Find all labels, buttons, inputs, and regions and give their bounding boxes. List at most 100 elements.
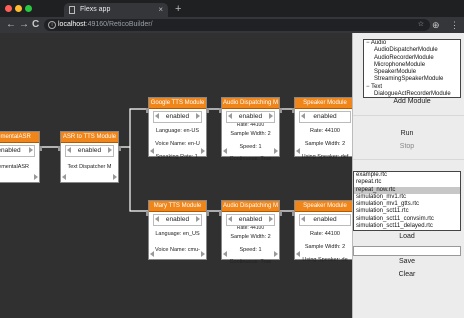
module-tree-category[interactable]: − Text	[364, 84, 460, 91]
node-enabled-toggle[interactable]: enabled	[226, 214, 275, 226]
module-tree[interactable]: − Audio AudioDispatcherModule AudioRecorde…	[363, 39, 461, 98]
triangle-right-icon[interactable]	[196, 216, 200, 222]
new-tab-button[interactable]: +	[175, 2, 181, 16]
output-port[interactable]	[279, 211, 282, 216]
stop-button[interactable]: Stop	[353, 141, 461, 153]
module-tree-item[interactable]: AudioRecorderModule	[364, 55, 460, 62]
file-list-item[interactable]: simulation_sct11_delayed.rtc	[354, 223, 460, 230]
triangle-right-icon[interactable]	[201, 251, 205, 257]
input-port[interactable]	[146, 108, 149, 113]
output-port[interactable]	[206, 108, 209, 113]
triangle-left-icon[interactable]	[155, 216, 159, 222]
triangle-left-icon[interactable]	[301, 113, 305, 119]
triangle-left-icon[interactable]	[228, 216, 232, 222]
reload-icon[interactable]: C	[32, 18, 39, 32]
input-port[interactable]	[219, 211, 222, 216]
node-title[interactable]: IncrementalASR	[0, 132, 39, 143]
menu-icon[interactable]: ⋮	[450, 19, 459, 31]
output-port[interactable]	[39, 146, 42, 151]
module-tree-item[interactable]: SpeakerModule	[364, 69, 460, 76]
filename-input[interactable]	[353, 246, 461, 256]
triangle-left-icon[interactable]	[223, 251, 227, 257]
triangle-left-icon[interactable]	[150, 148, 154, 154]
load-button[interactable]: Load	[353, 231, 461, 243]
triangle-left-icon[interactable]	[228, 113, 232, 119]
star-icon[interactable]: ☆	[418, 19, 424, 31]
node-title[interactable]: Speaker Module	[295, 98, 352, 109]
clear-button[interactable]: Clear	[353, 269, 461, 281]
node-audio-dispatching-1[interactable]: Audio Dispatching M enabled Rate: 44100 …	[219, 97, 282, 162]
maximize-window-button[interactable]	[25, 5, 32, 12]
triangle-left-icon[interactable]	[296, 251, 300, 257]
triangle-right-icon[interactable]	[201, 148, 205, 154]
node-enabled-toggle[interactable]: enabled	[226, 111, 275, 123]
input-port[interactable]	[292, 211, 295, 216]
triangle-left-icon[interactable]	[301, 216, 305, 222]
triangle-left-icon[interactable]	[67, 147, 71, 153]
node-title[interactable]: Google TTS Module	[149, 98, 206, 109]
close-window-button[interactable]	[5, 5, 12, 12]
node-enabled-toggle[interactable]: enabled	[0, 145, 35, 157]
triangle-right-icon[interactable]	[34, 174, 38, 180]
file-list-item[interactable]: example.rtc	[354, 172, 460, 179]
node-speaker-2[interactable]: Speaker Module enabled Rate: 44100 Sampl…	[292, 200, 352, 263]
module-tree-category[interactable]: − Audio	[364, 40, 460, 47]
input-port[interactable]	[219, 108, 222, 113]
triangle-right-icon[interactable]	[196, 113, 200, 119]
triangle-right-icon[interactable]	[108, 147, 112, 153]
node-incremental-asr[interactable]: IncrementalASR enabled IncrementalASR	[0, 131, 42, 183]
triangle-right-icon[interactable]	[29, 147, 33, 153]
node-title[interactable]: Audio Dispatching M	[222, 98, 279, 109]
node-title[interactable]: ASR to TTS Module	[61, 132, 118, 143]
pipeline-canvas[interactable]: IncrementalASR enabled IncrementalASR AS…	[0, 33, 352, 318]
minimize-window-button[interactable]	[15, 5, 22, 12]
module-tree-item[interactable]: StreamingSpeakerModule	[364, 76, 460, 83]
node-enabled-toggle[interactable]: enabled	[299, 111, 351, 123]
node-google-tts[interactable]: Google TTS Module enabled Language: en-U…	[146, 97, 209, 160]
file-list[interactable]: example.rtc repeat.rtc repeat_now.rtc simul…	[353, 171, 461, 231]
node-enabled-toggle[interactable]: enabled	[65, 145, 114, 157]
triangle-left-icon[interactable]	[223, 148, 227, 154]
file-list-item[interactable]: simulation_mv1.rtc	[354, 194, 460, 201]
input-port[interactable]	[292, 108, 295, 113]
triangle-right-icon[interactable]	[274, 251, 278, 257]
node-mary-tts[interactable]: Mary TTS Module enabled Language: en_US …	[146, 200, 209, 260]
node-title[interactable]: Speaker Module	[295, 201, 352, 212]
triangle-right-icon[interactable]	[269, 113, 273, 119]
tab-close-icon[interactable]: ×	[158, 3, 163, 17]
input-port[interactable]	[146, 211, 149, 216]
module-tree-item[interactable]: AudioDispatcherModule	[364, 47, 460, 54]
output-port[interactable]	[118, 146, 121, 151]
node-enabled-toggle[interactable]: enabled	[153, 214, 202, 226]
node-title[interactable]: Mary TTS Module	[149, 201, 206, 212]
address-bar[interactable]: i localhost:49160/ReticoBuilder/ ☆	[44, 19, 430, 31]
file-list-item[interactable]: simulation_mv1_gtts.rtc	[354, 201, 460, 208]
add-module-button[interactable]: Add Module	[363, 96, 461, 108]
output-port[interactable]	[279, 108, 282, 113]
node-title[interactable]: Audio Dispatching M	[222, 201, 279, 212]
browser-tab[interactable]: Flexs app ×	[64, 3, 168, 17]
triangle-left-icon[interactable]	[155, 113, 159, 119]
triangle-right-icon[interactable]	[269, 216, 273, 222]
triangle-left-icon[interactable]	[62, 174, 66, 180]
extensions-icon[interactable]: ⊕	[432, 19, 440, 31]
node-audio-dispatching-2[interactable]: Audio Dispatching M enabled Rate: 44100 …	[219, 200, 282, 265]
input-port[interactable]	[58, 146, 61, 151]
info-icon[interactable]: i	[48, 21, 56, 29]
node-speaker-1[interactable]: Speaker Module enabled Rate: 44100 Sampl…	[292, 97, 352, 160]
triangle-left-icon[interactable]	[150, 251, 154, 257]
save-button[interactable]: Save	[353, 256, 461, 268]
output-port[interactable]	[206, 211, 209, 216]
triangle-right-icon[interactable]	[113, 174, 117, 180]
run-button[interactable]: Run	[353, 128, 461, 140]
file-list-item[interactable]: repeat_now.rtc	[354, 186, 460, 194]
file-list-item[interactable]: simulation_sct11.rtc	[354, 208, 460, 215]
node-enabled-toggle[interactable]: enabled	[299, 214, 351, 226]
module-tree-item[interactable]: MicrophoneModule	[364, 62, 460, 69]
node-enabled-toggle[interactable]: enabled	[153, 111, 202, 123]
back-arrow-icon[interactable]: ←	[6, 18, 16, 32]
triangle-right-icon[interactable]	[274, 148, 278, 154]
file-list-item[interactable]: simulation_sct11_convsim.rtc	[354, 216, 460, 223]
node-asr-to-tts[interactable]: ASR to TTS Module enabled Text Dispatche…	[58, 131, 121, 183]
file-list-item[interactable]: repeat.rtc	[354, 179, 460, 186]
